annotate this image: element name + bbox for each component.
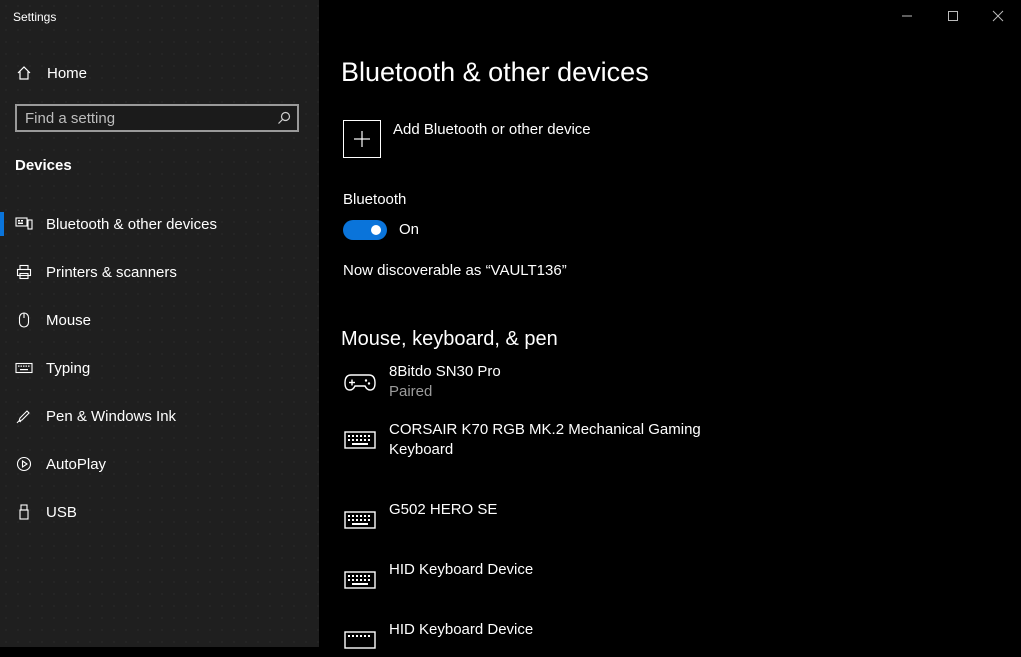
search-input[interactable]: [25, 108, 265, 128]
sidebar-item-label: AutoPlay: [46, 455, 107, 473]
sidebar-item-mouse[interactable]: Mouse: [0, 300, 319, 340]
home-icon: [15, 64, 33, 82]
pen-icon: [15, 407, 33, 425]
usb-icon: [15, 503, 33, 521]
main-content: Bluetooth & other devices Add Bluetooth …: [319, 0, 1021, 649]
sidebar-item-autoplay[interactable]: AutoPlay: [0, 444, 319, 484]
maximize-button[interactable]: [930, 0, 976, 32]
sidebar-item-label: Typing: [46, 359, 91, 377]
sidebar-item-pen[interactable]: Pen & Windows Ink: [0, 396, 319, 436]
section-title: Mouse, keyboard, & pen: [341, 328, 558, 350]
home-label: Home: [47, 64, 88, 82]
plus-icon: [354, 131, 370, 147]
autoplay-icon: [15, 455, 33, 473]
gamepad-icon: [343, 370, 377, 394]
keyboard-icon: [343, 568, 377, 592]
sidebar-item-label: USB: [46, 503, 77, 521]
sidebar-item-bluetooth[interactable]: Bluetooth & other devices: [0, 204, 319, 244]
sidebar-item-printers[interactable]: Printers & scanners: [0, 252, 319, 292]
keyboard-icon: [343, 508, 377, 532]
bluetooth-toggle[interactable]: [343, 220, 387, 240]
bluetooth-state: On: [399, 221, 420, 238]
close-button[interactable]: [975, 0, 1021, 32]
app-title: Settings: [13, 10, 57, 24]
device-name: 8Bitdo SN30 Pro: [389, 363, 501, 380]
minimize-button[interactable]: [884, 0, 930, 32]
mouse-icon: [15, 311, 33, 329]
printer-icon: [15, 263, 33, 281]
toggle-knob: [371, 225, 381, 235]
add-device-label[interactable]: Add Bluetooth or other device: [393, 121, 591, 138]
sidebar-item-label: Pen & Windows Ink: [46, 407, 177, 425]
sidebar-item-typing[interactable]: Typing: [0, 348, 319, 388]
device-name: HID Keyboard Device: [389, 621, 534, 638]
device-status: Paired: [389, 383, 433, 400]
sidebar-item-label: Bluetooth & other devices: [46, 215, 217, 233]
maximize-icon: [948, 11, 958, 21]
sidebar: Settings Home Devices Bluetooth & other …: [0, 0, 319, 647]
minimize-icon: [902, 15, 912, 17]
sidebar-section-title: Devices: [15, 157, 72, 174]
keyboard-icon: [15, 359, 33, 377]
search-icon[interactable]: [277, 111, 291, 125]
keyboard-icon: [343, 428, 377, 452]
sidebar-item-usb[interactable]: USB: [0, 492, 319, 532]
search-box[interactable]: [15, 104, 299, 132]
keyboard-icon: [343, 628, 377, 652]
device-name: HID Keyboard Device: [389, 561, 534, 578]
device-name: CORSAIR K70 RGB MK.2 Mechanical Gaming K…: [389, 421, 701, 458]
bluetooth-devices-icon: [15, 215, 33, 233]
device-name: G502 HERO SE: [389, 501, 498, 518]
sidebar-item-label: Printers & scanners: [46, 263, 177, 281]
bluetooth-label: Bluetooth: [343, 191, 407, 208]
sidebar-item-label: Mouse: [46, 311, 92, 329]
page-title: Bluetooth & other devices: [341, 57, 649, 87]
close-icon: [992, 10, 1004, 22]
discoverable-text: Now discoverable as “VAULT136”: [343, 262, 567, 279]
add-device-button[interactable]: [343, 120, 381, 158]
home-button[interactable]: Home: [0, 53, 319, 93]
